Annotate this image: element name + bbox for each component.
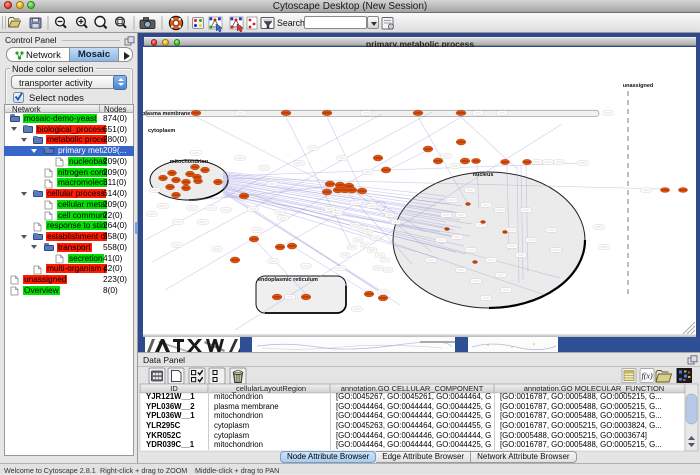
svg-text:nucleus: nucleus [473,172,494,178]
svg-text:unassigned: unassigned [623,83,654,89]
svg-text:endoplasmic reticulum: endoplasmic reticulum [258,277,318,283]
svg-text:f(x): f(x) [642,372,653,381]
svg-text:ID: ID [170,384,178,393]
svg-text:cytoplasm: cytoplasm [148,128,175,134]
svg-text:annotation.GO CELLULAR_COMPONE: annotation.GO CELLULAR_COMPONENT [341,384,484,393]
svg-text:annotation.GO MOLECULAR_FUNCTI: annotation.GO MOLECULAR_FUNCTION [524,384,664,393]
svg-text:plasma membrane: plasma membrane [143,111,190,117]
svg-text:mitochondrion: mitochondrion [170,159,209,165]
svg-text:_cellularLayoutRegion: _cellularLayoutRegion [231,384,306,393]
